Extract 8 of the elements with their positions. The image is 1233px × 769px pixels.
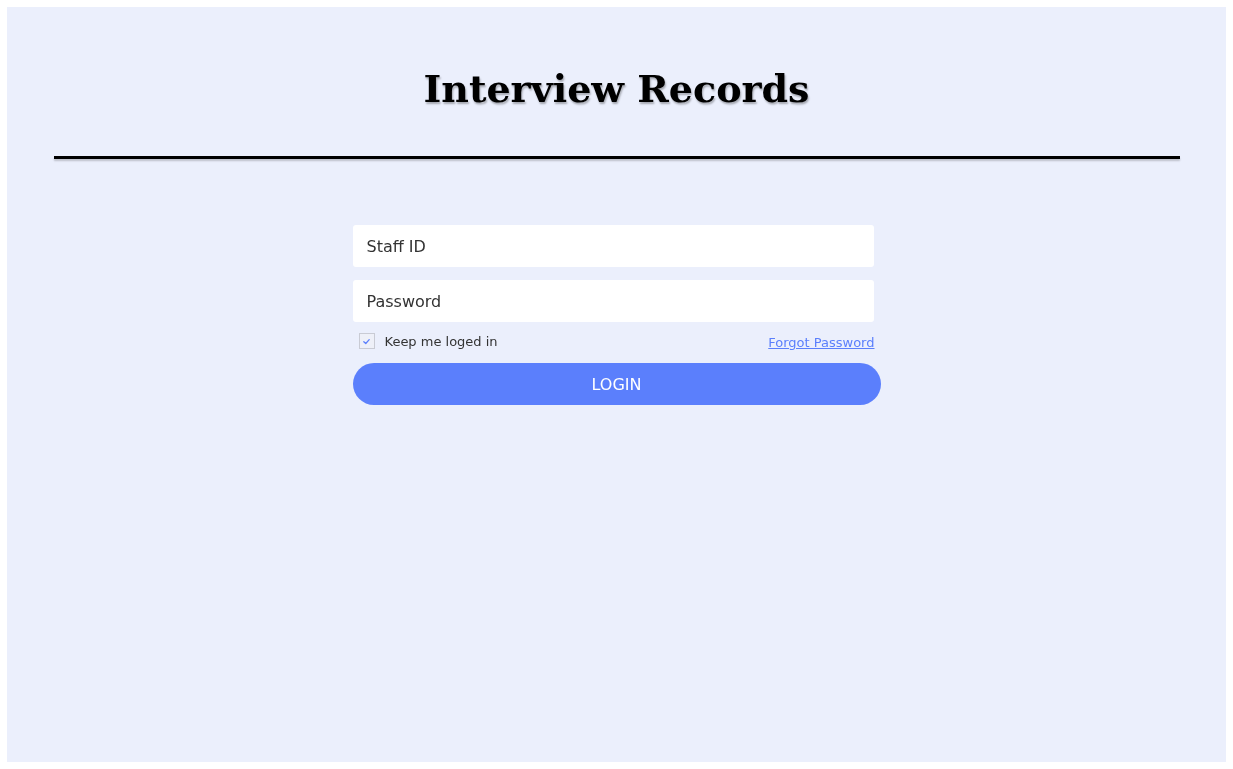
- input-field[interactable]: Staff ID: [352, 225, 874, 267]
- check-icon: [362, 336, 371, 346]
- forgot-password-link[interactable]: Forgot Password: [768, 335, 875, 350]
- input-field[interactable]: Password: [352, 280, 874, 322]
- page-title: Interview Records: [423, 65, 810, 113]
- checkbox-label: Keep me loged in: [384, 333, 498, 349]
- checkbox[interactable]: [358, 333, 375, 349]
- login-button[interactable]: LOGIN: [352, 363, 881, 405]
